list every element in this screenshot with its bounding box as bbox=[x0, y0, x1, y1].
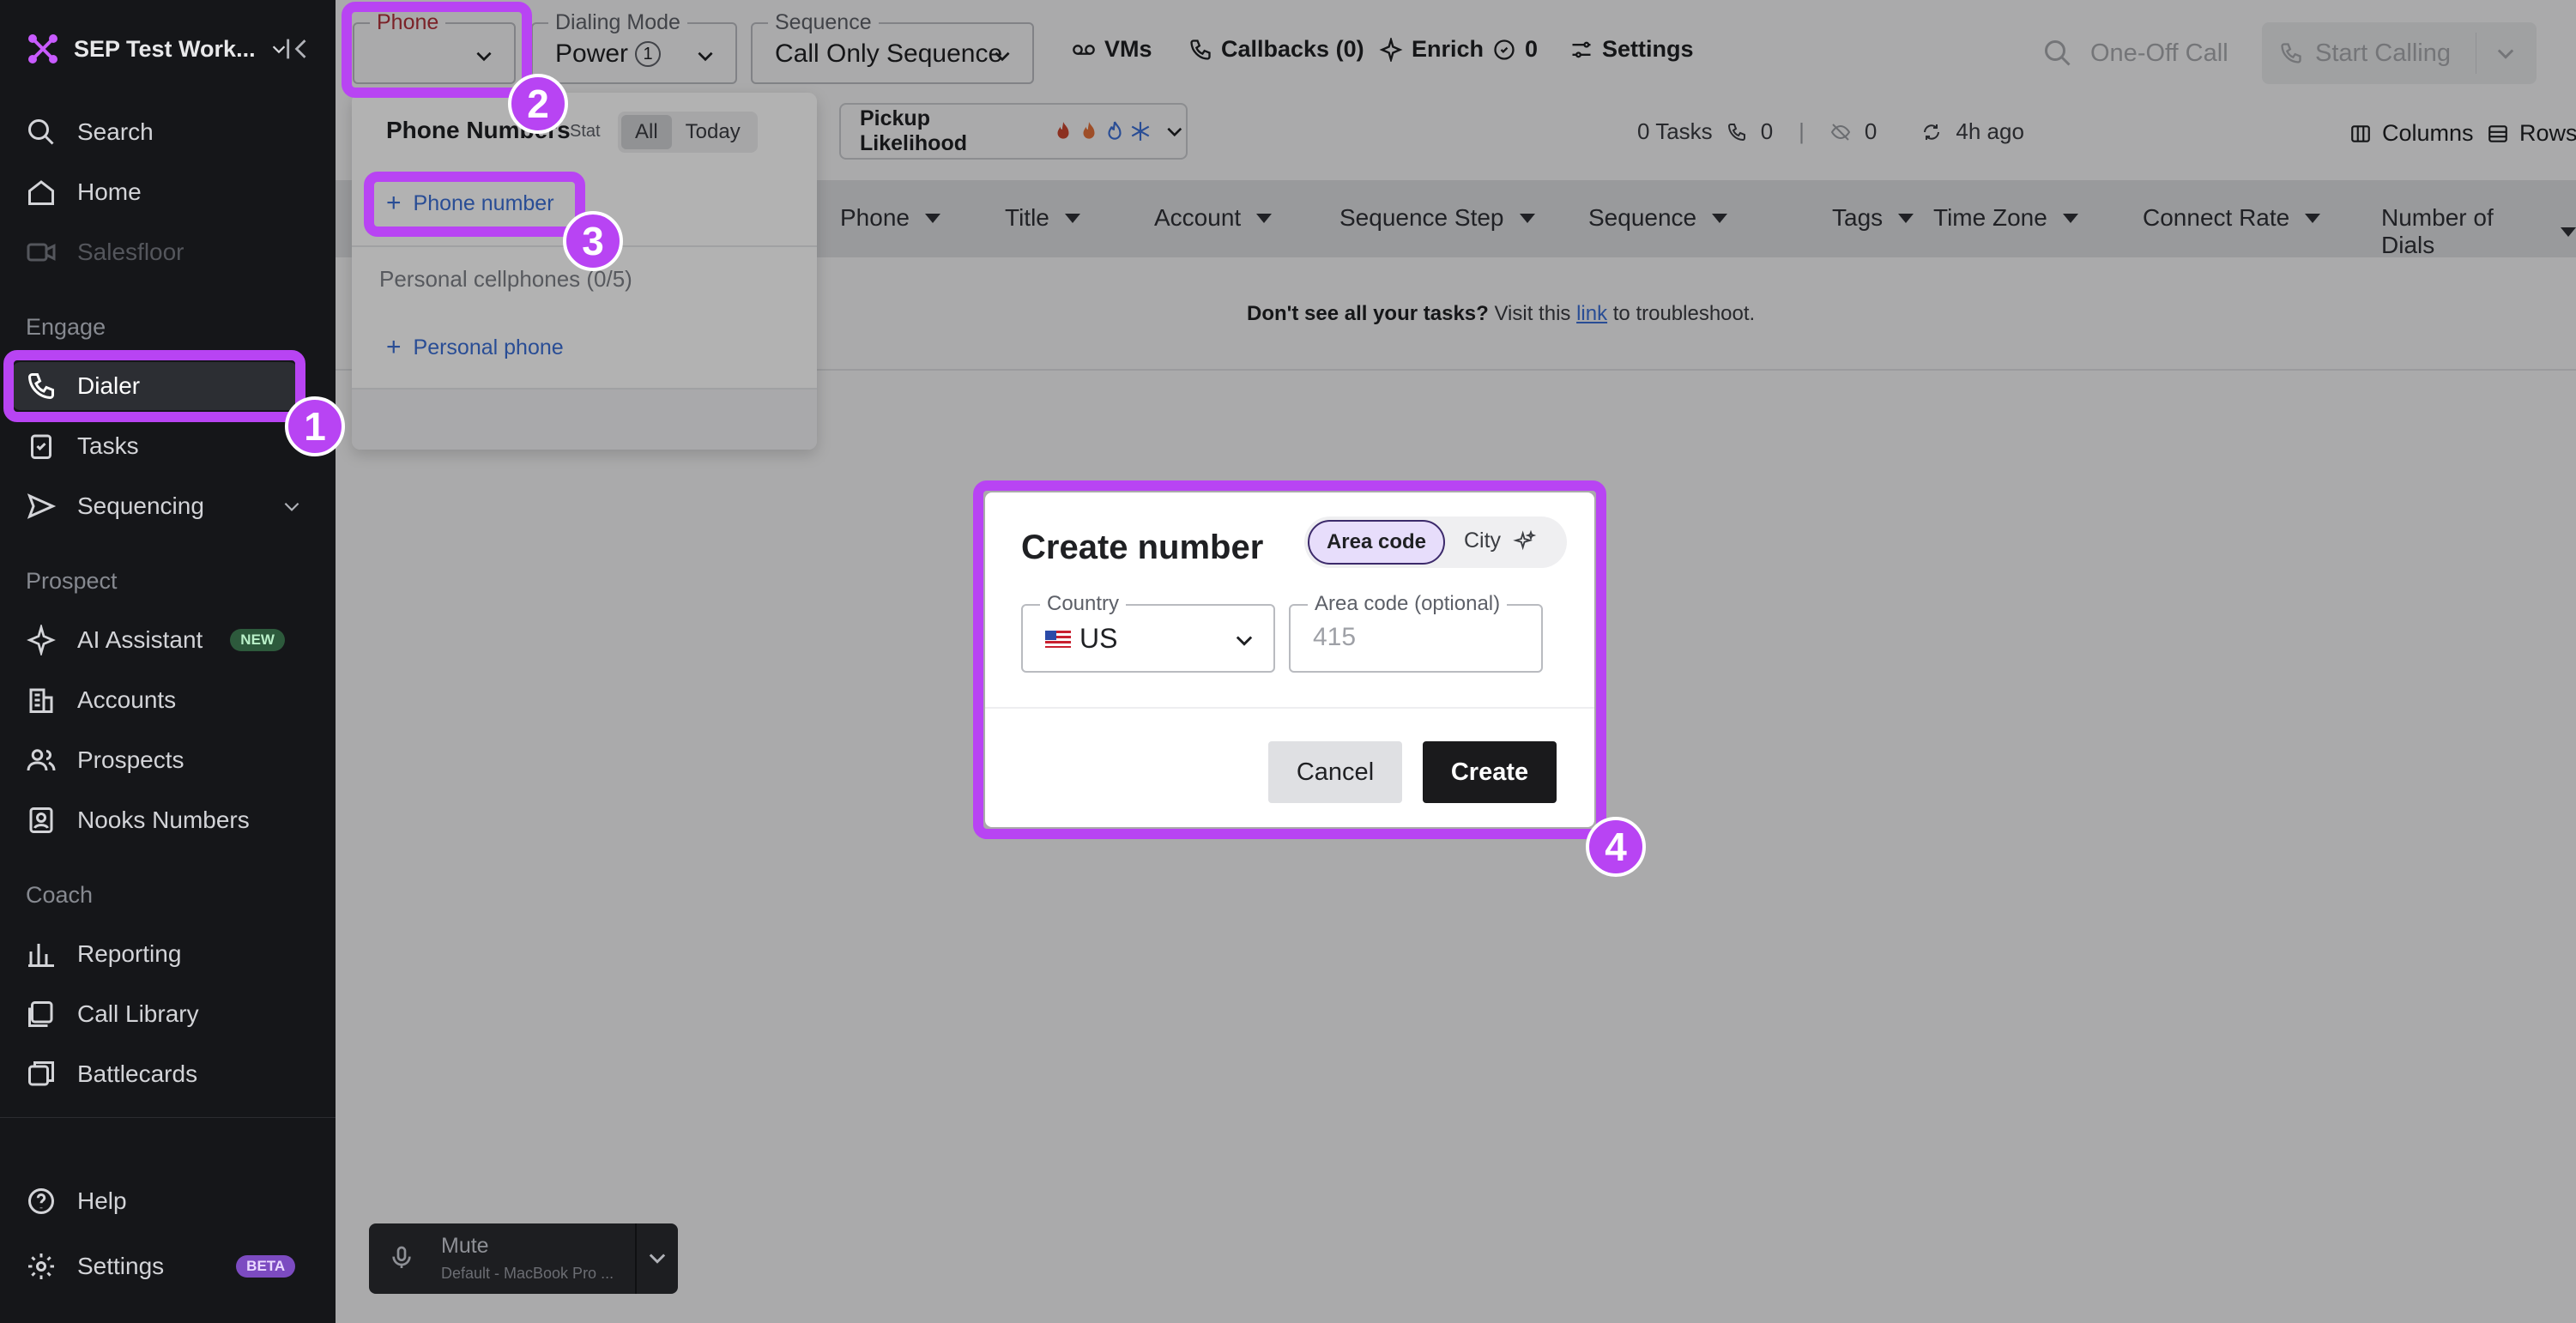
microphone-icon bbox=[392, 1246, 411, 1268]
sidebar-item-sequencing[interactable]: Sequencing bbox=[26, 482, 300, 530]
sidebar-item-battlecards[interactable]: Battlecards bbox=[26, 1050, 300, 1098]
sidebar-item-label: Reporting bbox=[77, 940, 182, 967]
search-icon bbox=[28, 119, 54, 145]
collapse-sidebar-icon[interactable] bbox=[283, 34, 312, 63]
sidebar-item-label: Accounts bbox=[77, 686, 177, 713]
building-icon bbox=[29, 688, 53, 713]
sidebar-item-tasks[interactable]: Tasks bbox=[26, 422, 300, 470]
workspace-name: SEP Test Work... bbox=[74, 35, 256, 62]
divider bbox=[635, 1223, 637, 1294]
gear-icon bbox=[28, 1254, 54, 1279]
audio-device-label: Default - MacBook Pro ... bbox=[441, 1265, 614, 1282]
sidebar-item-ai-assistant[interactable]: AI Assistant NEW bbox=[26, 616, 300, 664]
step-badge-2: 2 bbox=[508, 74, 568, 134]
highlight-phone-select bbox=[342, 2, 532, 98]
sidebar-item-salesfloor[interactable]: Salesfloor bbox=[26, 228, 300, 276]
sidebar-item-nooks-numbers[interactable]: Nooks Numbers bbox=[26, 796, 300, 844]
sidebar-item-label: Settings bbox=[77, 1253, 165, 1279]
mute-widget[interactable]: Mute Default - MacBook Pro ... bbox=[369, 1223, 678, 1294]
chevron-down-icon[interactable] bbox=[645, 1246, 669, 1270]
library-icon bbox=[28, 1001, 53, 1027]
sidebar-item-label: Call Library bbox=[77, 1000, 199, 1027]
section-prospect: Prospect bbox=[26, 568, 118, 594]
help-icon bbox=[28, 1188, 54, 1214]
highlight-dialer bbox=[3, 350, 305, 422]
highlight-create-modal bbox=[973, 480, 1606, 839]
new-badge: NEW bbox=[230, 629, 285, 651]
section-coach: Coach bbox=[26, 882, 94, 908]
cards-icon bbox=[28, 1061, 54, 1086]
chevron-down-icon[interactable] bbox=[281, 495, 303, 517]
beta-badge: BETA bbox=[236, 1255, 296, 1278]
nooks-logo-icon bbox=[28, 34, 57, 63]
sidebar-item-prospects[interactable]: Prospects bbox=[26, 736, 300, 784]
sidebar-item-label: Sequencing bbox=[77, 492, 204, 519]
sidebar-item-label: Home bbox=[77, 178, 142, 205]
sidebar-item-accounts[interactable]: Accounts bbox=[26, 676, 300, 724]
workspace-switcher[interactable]: SEP Test Work... bbox=[26, 29, 288, 69]
sidebar-item-reporting[interactable]: Reporting bbox=[26, 930, 300, 978]
bar-chart-icon bbox=[28, 944, 54, 967]
sidebar-item-call-library[interactable]: Call Library bbox=[26, 990, 300, 1038]
home-icon bbox=[28, 180, 54, 205]
sidebar-item-label: Salesfloor bbox=[77, 239, 184, 265]
sidebar-item-label: Search bbox=[77, 118, 154, 145]
sidebar-item-search[interactable]: Search bbox=[26, 108, 300, 156]
video-camera-icon bbox=[27, 243, 56, 262]
sidebar-item-label: Nooks Numbers bbox=[77, 806, 250, 833]
sidebar-item-settings[interactable]: Settings BETA bbox=[26, 1242, 300, 1290]
section-engage: Engage bbox=[26, 314, 106, 340]
clipboard-check-icon bbox=[31, 434, 51, 459]
step-badge-4: 4 bbox=[1586, 817, 1646, 877]
sidebar-item-label: Prospects bbox=[77, 746, 184, 773]
sidebar-item-help[interactable]: Help bbox=[26, 1177, 300, 1225]
sidebar-item-label: AI Assistant bbox=[77, 626, 203, 653]
sidebar-divider bbox=[0, 1117, 336, 1118]
mute-label: Mute bbox=[441, 1234, 489, 1258]
sidebar-item-label: Battlecards bbox=[77, 1060, 198, 1087]
sidebar-item-label: Tasks bbox=[77, 432, 139, 459]
send-icon bbox=[27, 493, 57, 519]
step-badge-3: 3 bbox=[563, 211, 623, 271]
sidebar-item-home[interactable]: Home bbox=[26, 168, 300, 216]
highlight-add-phone-number bbox=[364, 172, 585, 237]
sidebar: SEP Test Work... Search Home Salesfloor … bbox=[0, 0, 336, 1323]
sparkle-icon bbox=[27, 625, 56, 655]
step-badge-1: 1 bbox=[285, 396, 345, 456]
contact-card-icon bbox=[29, 807, 53, 833]
sidebar-item-label: Help bbox=[77, 1187, 127, 1214]
users-icon bbox=[27, 749, 56, 771]
